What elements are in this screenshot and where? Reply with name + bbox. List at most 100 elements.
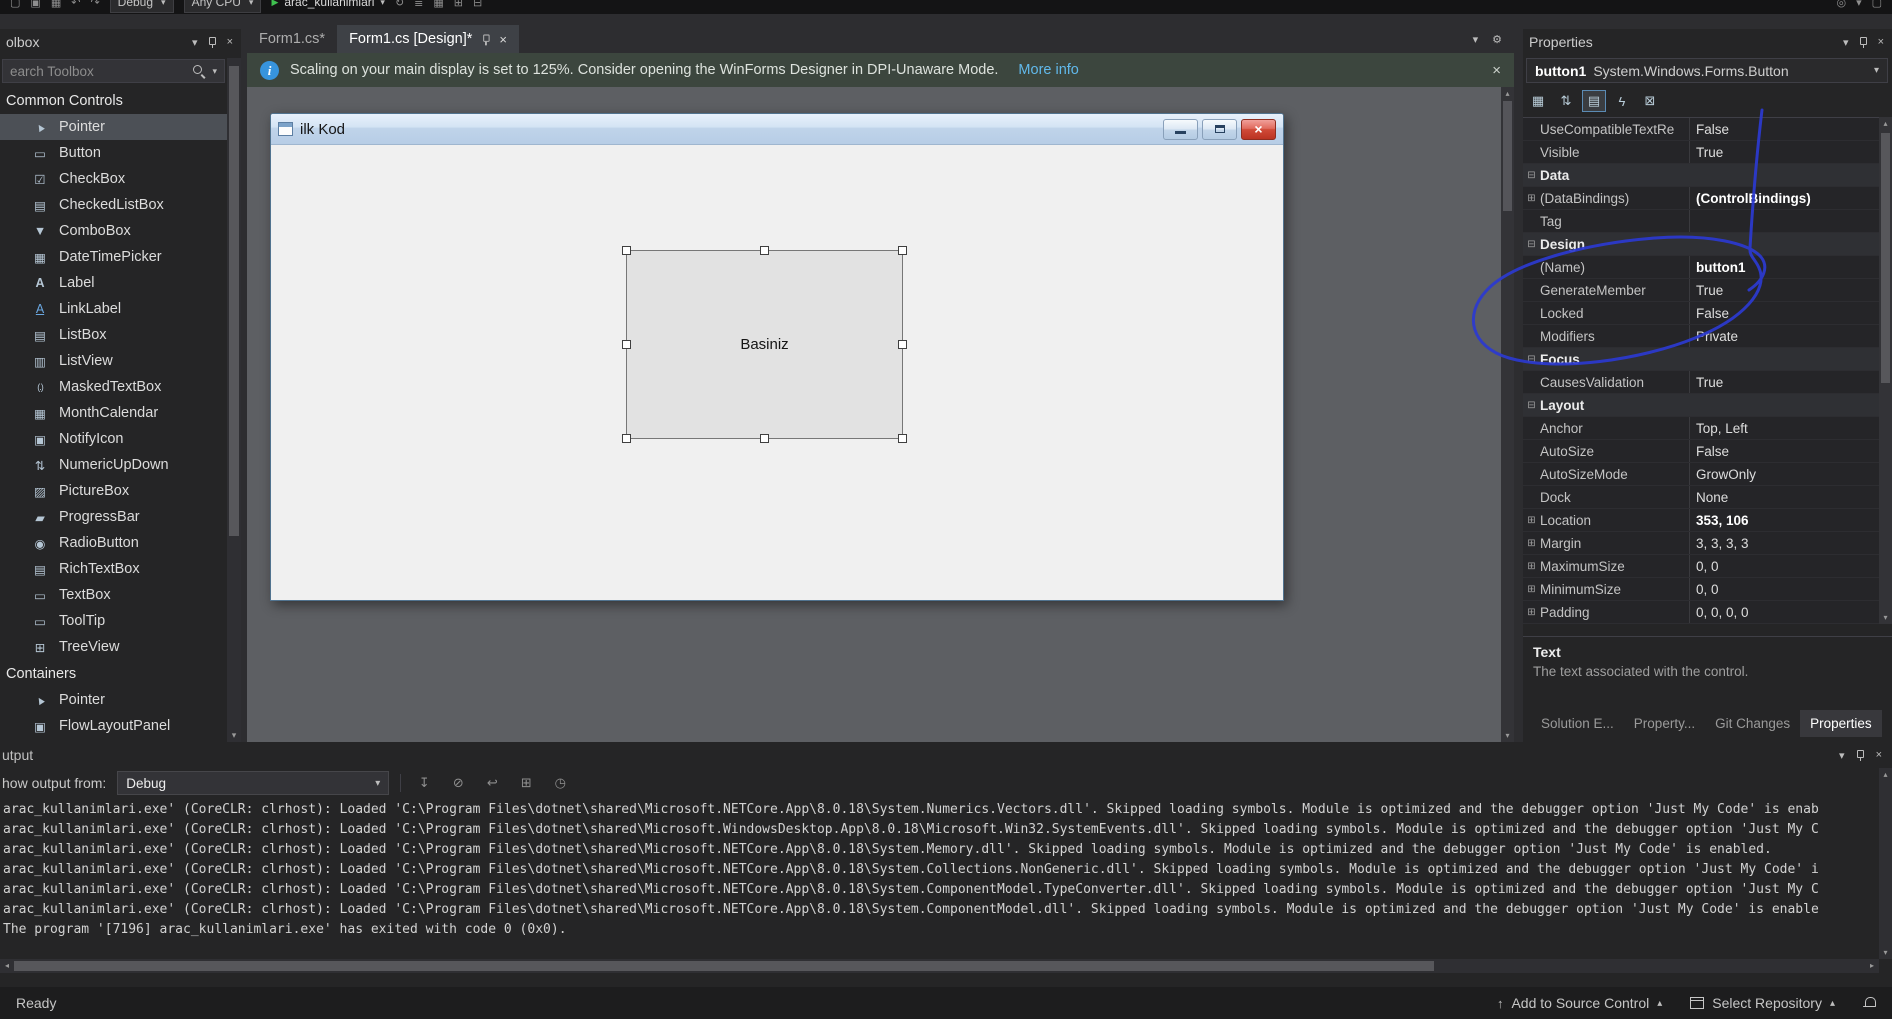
resize-handle[interactable] <box>898 340 907 349</box>
solution-platforms-dropdown[interactable]: Any CPU <box>184 0 262 13</box>
scroll-down-arrow[interactable] <box>1879 611 1892 624</box>
form-client-area[interactable]: Basiniz <box>271 145 1283 601</box>
scrollbar-thumb[interactable] <box>229 66 239 536</box>
design-form-window[interactable]: ilk Kod Basiniz <box>270 113 1284 601</box>
caret-down-icon[interactable] <box>212 66 217 77</box>
resize-handle[interactable] <box>622 434 631 443</box>
scroll-down-arrow[interactable] <box>1501 729 1514 742</box>
property-row-modifiers[interactable]: ModifiersPrivate <box>1523 325 1879 348</box>
scroll-down-arrow[interactable] <box>227 728 241 742</box>
property-row-usecompatibletextre[interactable]: UseCompatibleTextReFalse <box>1523 118 1879 141</box>
output-vertical-scrollbar[interactable] <box>1879 768 1892 959</box>
toolbox-item-pointer[interactable]: ▲Pointer <box>0 687 227 713</box>
pin-icon[interactable] <box>481 33 491 45</box>
caret-down-icon[interactable]: ▾ <box>1856 0 1862 9</box>
toolbox-item-button[interactable]: ▭Button <box>0 140 227 166</box>
redo-icon[interactable]: ↷ <box>90 0 99 9</box>
expand-icon[interactable]: ⊞ <box>514 775 538 791</box>
document-list-caret-icon[interactable] <box>1473 33 1479 46</box>
time-icon[interactable]: ◷ <box>548 775 572 791</box>
toolbox-item-checkbox[interactable]: ☑CheckBox <box>0 166 227 192</box>
resize-handle[interactable] <box>898 434 907 443</box>
console[interactable]: arac_kullanimlari.exe' (CoreCLR: clrhost… <box>3 800 1876 950</box>
resize-handle[interactable] <box>760 434 769 443</box>
toolbox-item-datetimepicker[interactable]: ▦DateTimePicker <box>0 244 227 270</box>
property-row-name[interactable]: (Name)button1 <box>1523 256 1879 279</box>
resize-handle[interactable] <box>898 246 907 255</box>
toolbox-item-checkedlistbox[interactable]: ▤CheckedListBox <box>0 192 227 218</box>
outline-icon[interactable]: ≣ <box>414 0 423 9</box>
resize-handle[interactable] <box>622 246 631 255</box>
property-row-location[interactable]: ⊞Location353, 106 <box>1523 509 1879 532</box>
close-icon[interactable] <box>499 32 507 47</box>
panel-tab-properties[interactable]: Properties <box>1800 710 1882 737</box>
property-category-layout[interactable]: ⊟Layout <box>1523 394 1879 417</box>
scroll-up-arrow[interactable] <box>1501 87 1514 100</box>
designer-canvas[interactable]: ilk Kod Basiniz <box>247 87 1501 742</box>
clear-all-icon[interactable]: ⊘ <box>446 775 470 791</box>
toolbox-item-treeview[interactable]: ⊞TreeView <box>0 634 227 660</box>
expand-all-icon[interactable]: ⊞ <box>454 0 463 9</box>
property-row-margin[interactable]: ⊞Margin3, 3, 3, 3 <box>1523 532 1879 555</box>
autoscroll-icon[interactable]: ↧ <box>412 775 436 791</box>
scrollbar-thumb[interactable] <box>1881 133 1890 383</box>
toolbox-item-tooltip[interactable]: ▭ToolTip <box>0 608 227 634</box>
more-info-link[interactable]: More info <box>1018 62 1078 78</box>
property-category-data[interactable]: ⊟Data <box>1523 164 1879 187</box>
property-row-visible[interactable]: VisibleTrue <box>1523 141 1879 164</box>
scrollbar-thumb[interactable] <box>1503 101 1512 211</box>
pin-icon[interactable] <box>1858 36 1869 49</box>
panel-tab-solution-e[interactable]: Solution E... <box>1531 710 1624 737</box>
designer-vertical-scrollbar[interactable] <box>1501 87 1514 742</box>
pin-icon[interactable] <box>1855 749 1866 762</box>
refresh-icon[interactable]: ↻ <box>395 0 404 9</box>
toolbox-item-notifyicon[interactable]: ▣NotifyIcon <box>0 426 227 452</box>
resize-handle[interactable] <box>622 340 631 349</box>
property-row-locked[interactable]: LockedFalse <box>1523 302 1879 325</box>
save-icon[interactable]: ▣ <box>30 0 40 9</box>
toolbox-item-monthcalendar[interactable]: ▦MonthCalendar <box>0 400 227 426</box>
scroll-left-arrow[interactable] <box>0 959 14 973</box>
scroll-right-arrow[interactable] <box>1865 959 1879 973</box>
scroll-down-arrow[interactable] <box>1879 946 1892 959</box>
alphabetical-icon[interactable]: ⇅ <box>1554 90 1578 112</box>
property-row-tag[interactable]: Tag <box>1523 210 1879 233</box>
toolbox-item-listview[interactable]: ▥ListView <box>0 348 227 374</box>
collapse-all-icon[interactable]: ⊟ <box>473 0 482 9</box>
property-row-dock[interactable]: DockNone <box>1523 486 1879 509</box>
close-icon[interactable] <box>227 36 233 48</box>
property-category-design[interactable]: ⊟Design <box>1523 233 1879 256</box>
close-icon[interactable] <box>1878 36 1884 48</box>
scroll-up-arrow[interactable] <box>1879 768 1892 781</box>
toolbox-item-textbox[interactable]: ▭TextBox <box>0 582 227 608</box>
undo-icon[interactable]: ↶ <box>71 0 80 9</box>
toolbox-item-flowlayoutpanel[interactable]: ▣FlowLayoutPanel <box>0 713 227 739</box>
toolbox-item-combobox[interactable]: ▼ComboBox <box>0 218 227 244</box>
notifications-bell-icon[interactable] <box>1863 997 1876 1009</box>
toolbox-item-pointer[interactable]: ▲Pointer <box>0 114 227 140</box>
select-repository-button[interactable]: Select Repository <box>1690 995 1835 1011</box>
property-pages-icon[interactable]: ⊠ <box>1638 90 1662 112</box>
property-row-causesvalidation[interactable]: CausesValidationTrue <box>1523 371 1879 394</box>
toolbox-scrollbar[interactable] <box>227 58 241 742</box>
toolbox-item-listbox[interactable]: ▤ListBox <box>0 322 227 348</box>
property-row-minimumsize[interactable]: ⊞MinimumSize0, 0 <box>1523 578 1879 601</box>
property-category-focus[interactable]: ⊟Focus <box>1523 348 1879 371</box>
toolbox-search-input[interactable]: earch Toolbox <box>2 59 225 83</box>
editor-options-icon[interactable]: ⚙ <box>1492 33 1502 46</box>
close-icon[interactable] <box>1876 749 1882 761</box>
window-icon[interactable]: ▢ <box>10 0 20 9</box>
copilot-icon[interactable]: ◎ <box>1836 0 1846 9</box>
property-row-autosize[interactable]: AutoSizeFalse <box>1523 440 1879 463</box>
caret-down-icon[interactable] <box>192 36 198 49</box>
toolbox-item-picturebox[interactable]: ▨PictureBox <box>0 478 227 504</box>
properties-scrollbar[interactable] <box>1879 117 1892 624</box>
feedback-icon[interactable]: ▢ <box>1872 0 1882 9</box>
tab-form1-cs-design[interactable]: Form1.cs [Design]* <box>337 25 519 53</box>
property-row-maximumsize[interactable]: ⊞MaximumSize0, 0 <box>1523 555 1879 578</box>
output-source-dropdown[interactable]: Debug <box>117 771 389 795</box>
scrollbar-thumb[interactable] <box>14 961 1434 971</box>
word-wrap-icon[interactable]: ↩ <box>480 775 504 791</box>
tab-form1-cs[interactable]: Form1.cs* <box>247 25 337 53</box>
property-row-anchor[interactable]: AnchorTop, Left <box>1523 417 1879 440</box>
